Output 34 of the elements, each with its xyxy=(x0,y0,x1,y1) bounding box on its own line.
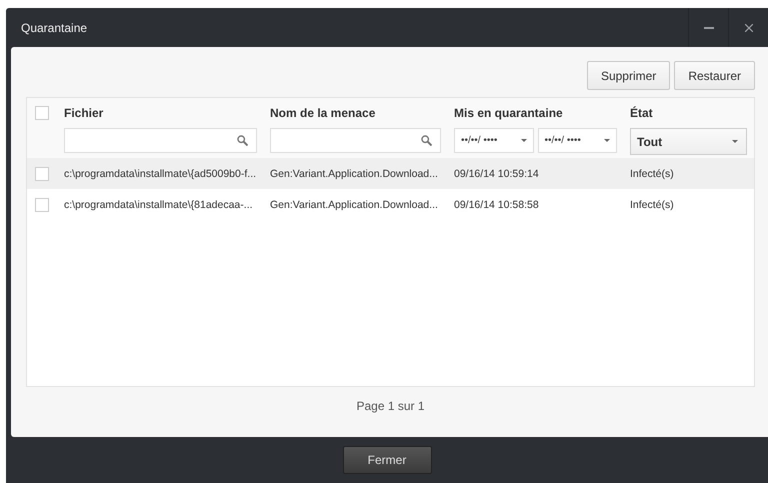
table-cell-text: c:\programdata\installmate\{81adecaa-... xyxy=(63,198,254,210)
status-dropdown[interactable]: Tout xyxy=(630,128,747,155)
table-cell-text: 09/16/14 10:58:58 xyxy=(453,198,540,210)
column-header: Mis en quarantaine xyxy=(454,106,564,122)
table-cell-text: Gen:Variant.Application.Download... xyxy=(269,168,439,180)
date-field[interactable]: ••/••/ •••• xyxy=(454,128,534,153)
date-field[interactable]: ••/••/ •••• xyxy=(538,128,617,153)
column-header: État xyxy=(630,106,654,122)
search-field[interactable] xyxy=(64,128,257,153)
table-cell-text: Infecté(s) xyxy=(629,168,675,180)
toolbar-button[interactable]: Restaurer xyxy=(674,61,755,90)
page-indicator: Page 1 sur 1 xyxy=(356,399,425,413)
table-cell-text: Gen:Variant.Application.Download... xyxy=(269,198,439,210)
caret-icon xyxy=(604,139,610,142)
search-field[interactable] xyxy=(270,128,441,153)
table-row[interactable]: c:\programdata\installmate\{81adecaa-... Gen:Variant.Application.Download... 09/16/14 10:58:58 Infecté(s) xyxy=(27,189,754,220)
caret-icon xyxy=(732,140,738,143)
close-dialog-button[interactable]: Fermer xyxy=(342,446,432,474)
row-checkbox[interactable] xyxy=(35,166,49,180)
minimize-icon xyxy=(704,26,714,28)
search-icon xyxy=(421,135,432,146)
column-header: Fichier xyxy=(64,106,104,122)
table-cell-text: c:\programdata\installmate\{ad5009b0-f... xyxy=(63,168,258,180)
caret-icon xyxy=(520,139,526,142)
table-row[interactable]: c:\programdata\installmate\{ad5009b0-f... Gen:Variant.Application.Download... 09/16/14 10:59:14 Infecté(s) xyxy=(27,158,754,189)
table-cell-text: Infecté(s) xyxy=(629,198,675,210)
window-title: Quarantaine xyxy=(21,20,88,34)
close-icon xyxy=(744,24,752,32)
row-checkbox[interactable] xyxy=(35,198,49,212)
select-all-checkbox[interactable] xyxy=(35,106,49,120)
search-icon xyxy=(237,135,248,146)
toolbar-button[interactable]: Supprimer xyxy=(586,61,670,90)
table-cell-text: 09/16/14 10:59:14 xyxy=(453,168,540,180)
column-header: Nom de la menace xyxy=(270,106,376,122)
